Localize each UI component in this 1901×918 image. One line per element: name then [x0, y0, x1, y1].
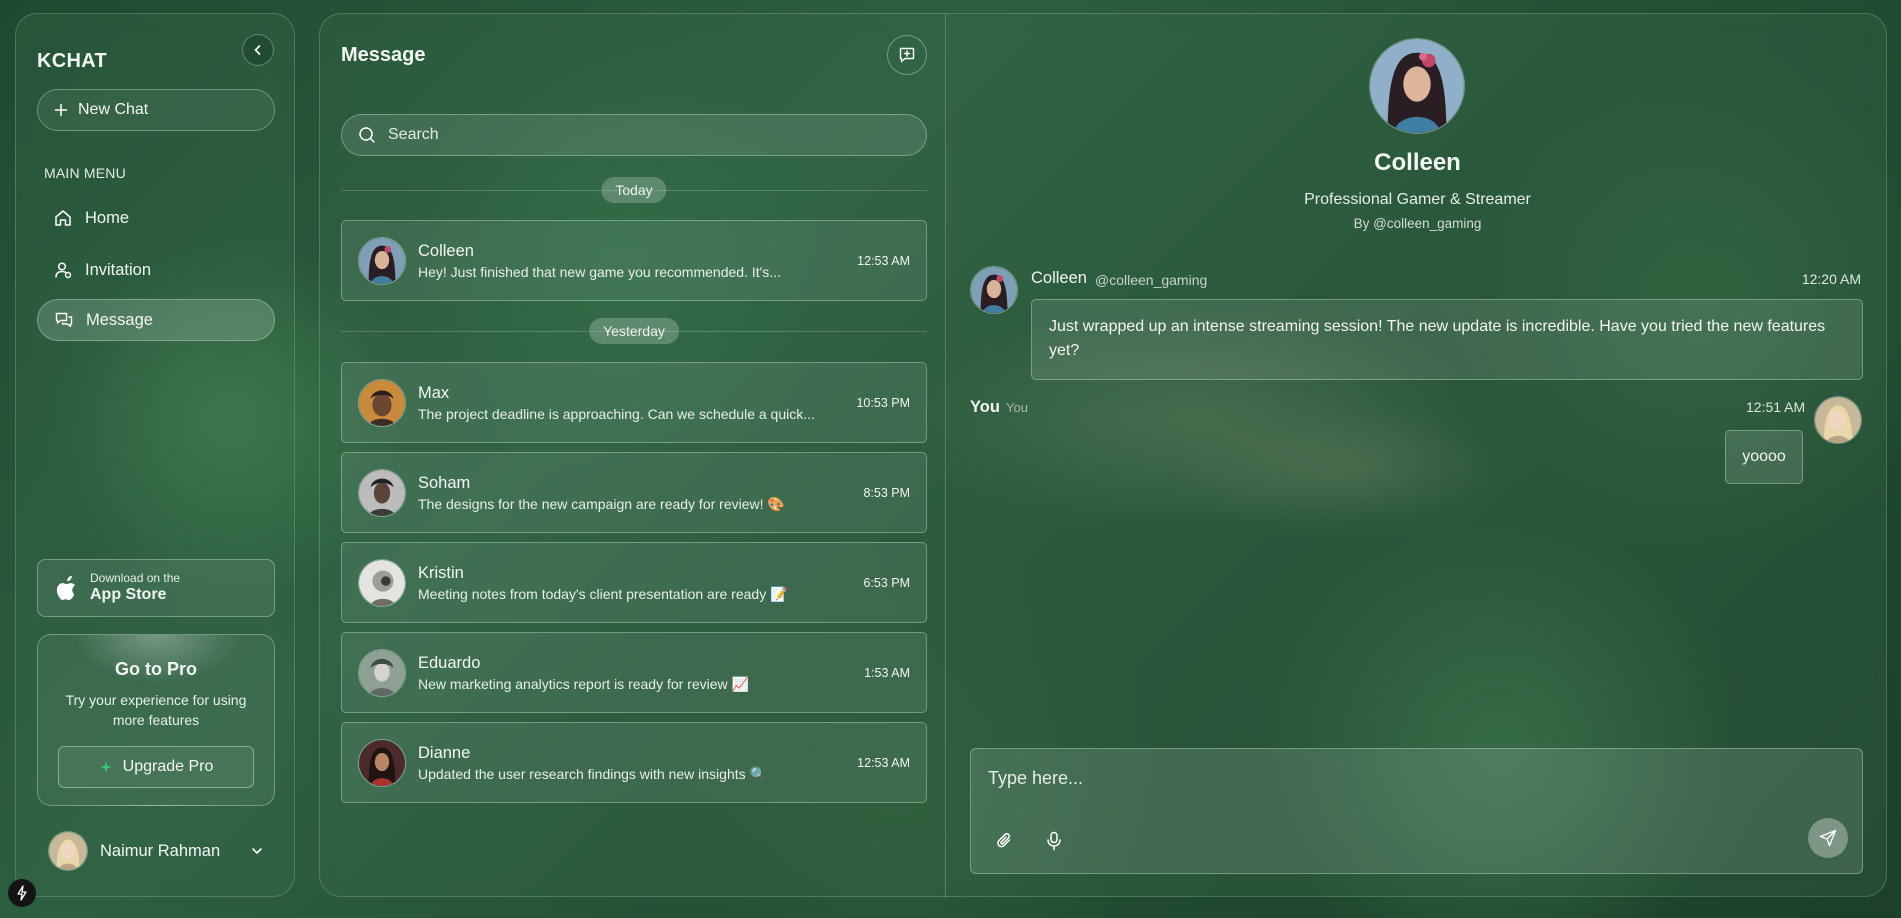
user-name: Naimur Rahman: [100, 841, 221, 860]
new-chat-label: New Chat: [78, 101, 149, 118]
incoming-sender-name: Colleen: [1031, 269, 1087, 287]
compose-icon: [899, 47, 915, 63]
message-composer: [970, 748, 1863, 874]
incoming-message-bubble: Just wrapped up an intense streaming ses…: [1031, 299, 1863, 380]
sidebar-item-label: Home: [85, 208, 130, 227]
profile-handle: By @colleen_gaming: [1353, 216, 1482, 231]
chat-preview: The designs for the new campaign are rea…: [418, 495, 785, 512]
chat-item-kristin[interactable]: Kristin Meeting notes from today's clien…: [341, 542, 927, 623]
go-pro-subtitle: Try your experience for using more featu…: [65, 692, 247, 728]
send-button[interactable]: [1808, 818, 1848, 858]
outgoing-message-time: 12:51 AM: [1746, 399, 1806, 415]
chat-preview: Meeting notes from today's client presen…: [418, 585, 788, 602]
chat-time: 8:53 PM: [863, 485, 910, 500]
section-label-today: Today: [601, 177, 667, 203]
go-pro-card: Go to Pro Try your experience for using …: [37, 634, 275, 806]
sidebar-item-message[interactable]: Message: [37, 299, 275, 341]
contact-avatar: [358, 236, 406, 285]
search-icon: [359, 127, 375, 143]
sidebar-item-home[interactable]: Home: [37, 197, 275, 239]
chat-time: 12:53 AM: [857, 253, 910, 268]
home-icon: [55, 210, 71, 226]
contact-avatar: [358, 648, 406, 697]
profile-name: Colleen: [1374, 149, 1461, 176]
brand-logo-text: KCHAT: [37, 50, 108, 72]
message-input[interactable]: [988, 763, 1838, 793]
message-list-title: Message: [341, 44, 426, 66]
chat-name: Eduardo: [418, 653, 481, 672]
messages-icon: [55, 312, 73, 328]
panel-divider: [945, 14, 946, 898]
chevron-left-icon: [254, 45, 261, 55]
chat-preview: The project deadline is approaching. Can…: [418, 405, 815, 422]
lightning-icon: [17, 885, 27, 901]
chat-preview: Hey! Just finished that new game you rec…: [418, 263, 781, 280]
sidebar-item-label: Invitation: [85, 260, 152, 279]
chat-time: 10:53 PM: [856, 395, 910, 410]
outgoing-sender-name: You: [970, 398, 1000, 416]
own-avatar: [1814, 396, 1862, 444]
chat-preview: New marketing analytics report is ready …: [418, 675, 749, 692]
outgoing-sender-handle: You: [1006, 400, 1028, 415]
plus-icon: [54, 103, 68, 117]
incoming-sender-handle: @colleen_gaming: [1095, 272, 1208, 288]
send-icon: [1819, 829, 1837, 847]
bolt-badge[interactable]: [8, 879, 36, 907]
chat-time: 6:53 PM: [863, 575, 910, 590]
chat-name: Dianne: [418, 743, 471, 762]
app-store-small-text: Download on the: [90, 571, 181, 585]
sender-avatar[interactable]: [970, 266, 1018, 314]
search-bar[interactable]: [341, 114, 927, 156]
contact-avatar: [358, 468, 406, 517]
chat-name: Max: [418, 383, 450, 402]
apple-icon: [56, 575, 76, 600]
incoming-message-time: 12:20 AM: [1801, 271, 1861, 287]
sidebar: KCHAT New Chat MAIN MENU Home Invitation…: [15, 13, 295, 897]
collapse-sidebar-button[interactable]: [242, 34, 274, 66]
sparkle-icon: [99, 761, 112, 773]
chat-name: Colleen: [418, 241, 474, 260]
chat-item-dianne[interactable]: Dianne Updated the user research finding…: [341, 722, 927, 803]
go-pro-title: Go to Pro: [115, 659, 197, 679]
search-input[interactable]: [388, 126, 888, 144]
section-label-yesterday: Yesterday: [589, 318, 679, 344]
chat-item-max[interactable]: Max The project deadline is approaching.…: [341, 362, 927, 443]
user-profile-menu[interactable]: Naimur Rahman: [48, 830, 264, 872]
user-plus-icon: [55, 262, 72, 279]
contact-avatar: [358, 378, 406, 427]
compose-message-button[interactable]: [887, 35, 927, 75]
outgoing-message-bubble: yoooo: [1725, 430, 1803, 484]
contact-avatar: [358, 558, 406, 607]
upgrade-pro-label: Upgrade Pro: [122, 758, 214, 775]
chat-name: Kristin: [418, 563, 464, 582]
microphone-button[interactable]: [1042, 829, 1066, 853]
upgrade-pro-button[interactable]: Upgrade Pro: [58, 746, 254, 788]
contact-avatar: [358, 738, 406, 787]
chat-item-colleen[interactable]: Colleen Hey! Just finished that new game…: [341, 220, 927, 301]
microphone-icon: [1047, 831, 1061, 851]
main-panel: Message Today Colleen Hey! Just finished…: [319, 13, 1887, 898]
sidebar-item-invitation[interactable]: Invitation: [37, 249, 275, 291]
chat-preview: Updated the user research findings with …: [418, 765, 767, 782]
new-chat-button[interactable]: New Chat: [37, 89, 275, 131]
profile-bio: Professional Gamer & Streamer: [1304, 191, 1531, 208]
profile-avatar[interactable]: [1369, 38, 1465, 134]
chat-time: 12:53 AM: [857, 755, 910, 770]
chat-time: 1:53 AM: [864, 665, 910, 680]
app-store-big-text: App Store: [90, 586, 167, 603]
attach-button[interactable]: [993, 829, 1017, 853]
chat-item-eduardo[interactable]: Eduardo New marketing analytics report i…: [341, 632, 927, 713]
main-menu-heading: MAIN MENU: [44, 165, 126, 181]
chat-item-soham[interactable]: Soham The designs for the new campaign a…: [341, 452, 927, 533]
paperclip-icon: [997, 833, 1011, 848]
chat-name: Soham: [418, 473, 471, 492]
user-avatar: [48, 831, 88, 871]
app-store-button[interactable]: Download on the App Store: [37, 559, 275, 617]
chevron-down-icon: [252, 848, 262, 855]
sidebar-item-label: Message: [86, 310, 153, 329]
